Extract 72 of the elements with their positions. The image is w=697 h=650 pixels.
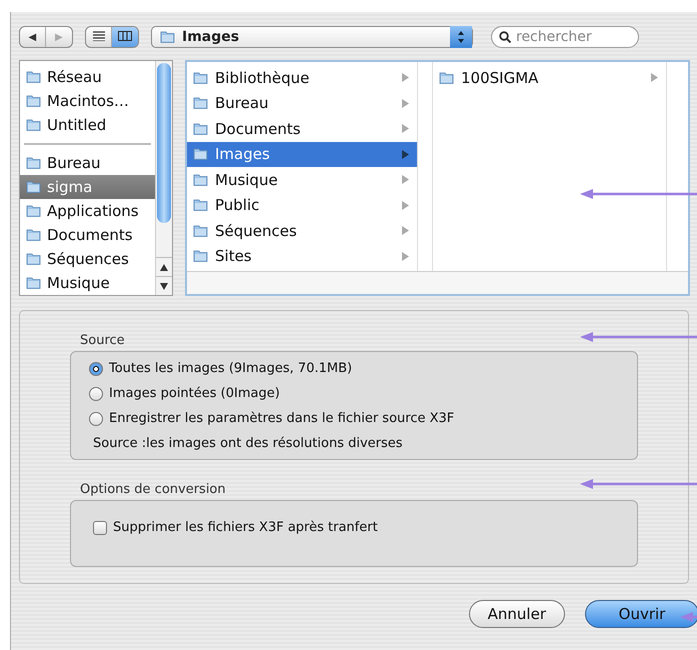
list-view-icon bbox=[92, 30, 104, 40]
horizontal-scrollbar[interactable] bbox=[187, 271, 688, 294]
folder-icon bbox=[193, 95, 209, 112]
view-mode-button[interactable] bbox=[112, 27, 138, 47]
sidebar-item[interactable]: Applications bbox=[20, 199, 155, 223]
folder-icon bbox=[193, 172, 209, 188]
folder-icon bbox=[193, 70, 209, 86]
folder-icon bbox=[26, 93, 42, 109]
folder-row[interactable]: Bibliothèque bbox=[187, 65, 417, 90]
annotation-arrow bbox=[680, 612, 697, 622]
scroll-up-arrow-icon[interactable] bbox=[160, 264, 168, 270]
sidebar-item[interactable]: Séquences bbox=[20, 247, 155, 271]
folder-icon bbox=[26, 227, 42, 243]
disclosure-triangle-icon bbox=[402, 252, 409, 261]
folder-row[interactable]: Musique bbox=[187, 167, 417, 192]
cancel-button[interactable]: Annuler bbox=[468, 600, 565, 628]
radio-button[interactable] bbox=[89, 362, 103, 376]
source-note: Source :les images ont des résolutions diverses bbox=[93, 434, 404, 452]
disclosure-triangle-icon bbox=[402, 73, 409, 82]
disclosure-triangle-icon bbox=[402, 200, 409, 210]
folder-icon bbox=[26, 203, 42, 219]
radio-button[interactable] bbox=[89, 386, 103, 400]
checkbox[interactable] bbox=[93, 520, 107, 534]
disclosure-triangle-icon bbox=[402, 98, 409, 108]
folder-row[interactable]: Séquences bbox=[187, 218, 417, 244]
group-title: Source bbox=[80, 333, 126, 348]
sidebar-item[interactable]: Macintos… bbox=[20, 89, 155, 113]
column-view-icon bbox=[118, 30, 132, 40]
updown-arrows-icon bbox=[457, 30, 465, 44]
radio-button[interactable] bbox=[89, 412, 103, 426]
back-button[interactable]: ◀ bbox=[20, 27, 46, 47]
sidebar-item[interactable]: Musique bbox=[20, 271, 155, 295]
radio-label[interactable]: Toutes les images (9Images, 70.1MB) bbox=[109, 361, 352, 376]
folder-icon bbox=[193, 197, 209, 214]
sidebar-item[interactable]: Untitled bbox=[20, 113, 155, 137]
folder-row[interactable]: Public bbox=[187, 192, 417, 218]
folder-icon bbox=[193, 248, 209, 264]
folder-row[interactable]: 100SIGMA bbox=[433, 65, 666, 90]
search-icon bbox=[499, 31, 511, 43]
disclosure-triangle-icon bbox=[402, 226, 409, 236]
folder-icon bbox=[26, 155, 42, 171]
radio-label[interactable]: Enregistrer les paramètres dans le fichier source X3F bbox=[109, 411, 454, 426]
location-popup[interactable]: Images bbox=[151, 26, 473, 48]
disclosure-triangle-icon bbox=[402, 175, 409, 184]
folder-row[interactable]: Images bbox=[187, 142, 417, 167]
folder-icon bbox=[193, 222, 209, 239]
radio-label[interactable]: Images pointées (0Image) bbox=[109, 386, 280, 401]
folder-row[interactable]: Bureau bbox=[187, 90, 417, 116]
search-field[interactable]: rechercher bbox=[491, 26, 639, 48]
checkbox-label[interactable]: Supprimer les fichiers X3F après tranfert bbox=[113, 520, 378, 535]
folder-row[interactable]: Documents bbox=[187, 116, 417, 142]
folder-row[interactable]: Sites bbox=[187, 244, 417, 269]
sidebar-item[interactable]: Documents bbox=[20, 223, 155, 247]
folder-icon bbox=[26, 117, 42, 133]
folder-icon bbox=[26, 275, 42, 291]
scrollbar[interactable] bbox=[155, 61, 172, 295]
folder-icon bbox=[193, 120, 209, 137]
folder-icon bbox=[160, 29, 176, 45]
scroll-down-arrow-icon[interactable] bbox=[160, 282, 168, 290]
folder-icon bbox=[439, 70, 455, 86]
folder-icon bbox=[26, 251, 42, 267]
folder-icon bbox=[26, 179, 42, 195]
disclosure-triangle-icon bbox=[402, 150, 409, 159]
sidebar-item[interactable]: Réseau bbox=[20, 65, 155, 89]
disclosure-triangle-icon bbox=[651, 73, 658, 82]
folder-icon bbox=[26, 69, 42, 85]
folder-icon bbox=[193, 146, 209, 162]
disclosure-triangle-icon bbox=[402, 124, 409, 134]
group-title: Options de conversion bbox=[80, 482, 227, 497]
open-button[interactable]: Ouvrir bbox=[585, 600, 697, 628]
sidebar-item[interactable]: sigma bbox=[20, 175, 155, 199]
sidebar-item[interactable]: Bureau bbox=[20, 151, 155, 175]
